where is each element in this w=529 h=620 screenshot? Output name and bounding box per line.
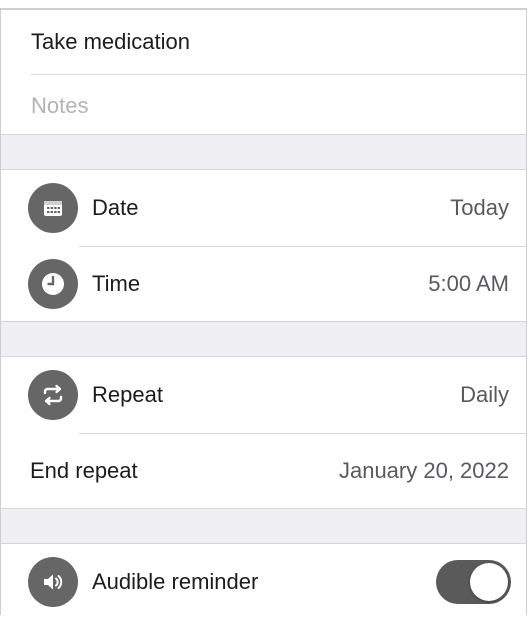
audible-reminder-row: Audible reminder [1, 544, 526, 620]
notes-placeholder: Notes [31, 93, 89, 118]
time-label: Time [92, 271, 141, 296]
end-repeat-row[interactable]: End repeat January 20, 2022 [1, 434, 526, 508]
end-repeat-label: End repeat [30, 458, 138, 483]
section-gap [1, 508, 526, 544]
reminder-form: Take medication Notes Date Today Time 5:… [0, 8, 527, 615]
notes-field[interactable]: Notes [1, 74, 526, 138]
title-text: Take medication [31, 29, 190, 54]
repeat-icon [28, 370, 78, 420]
date-label: Date [92, 195, 139, 220]
time-value: 5:00 AM [428, 271, 509, 296]
end-repeat-value: January 20, 2022 [338, 458, 509, 483]
time-row[interactable]: Time 5:00 AM [1, 247, 526, 321]
date-value: Today [450, 195, 509, 220]
section-gap [1, 134, 526, 170]
calendar-icon [28, 183, 78, 233]
audible-reminder-label: Audible reminder [92, 569, 259, 594]
title-field[interactable]: Take medication [1, 10, 526, 74]
section-gap [1, 321, 526, 357]
audible-reminder-toggle[interactable] [436, 560, 511, 604]
repeat-value: Daily [460, 382, 509, 407]
repeat-row[interactable]: Repeat Daily [1, 357, 526, 433]
toggle-knob [470, 563, 508, 601]
speaker-icon [28, 557, 78, 607]
date-row[interactable]: Date Today [1, 170, 526, 246]
repeat-label: Repeat [92, 382, 163, 407]
clock-icon [28, 259, 78, 309]
